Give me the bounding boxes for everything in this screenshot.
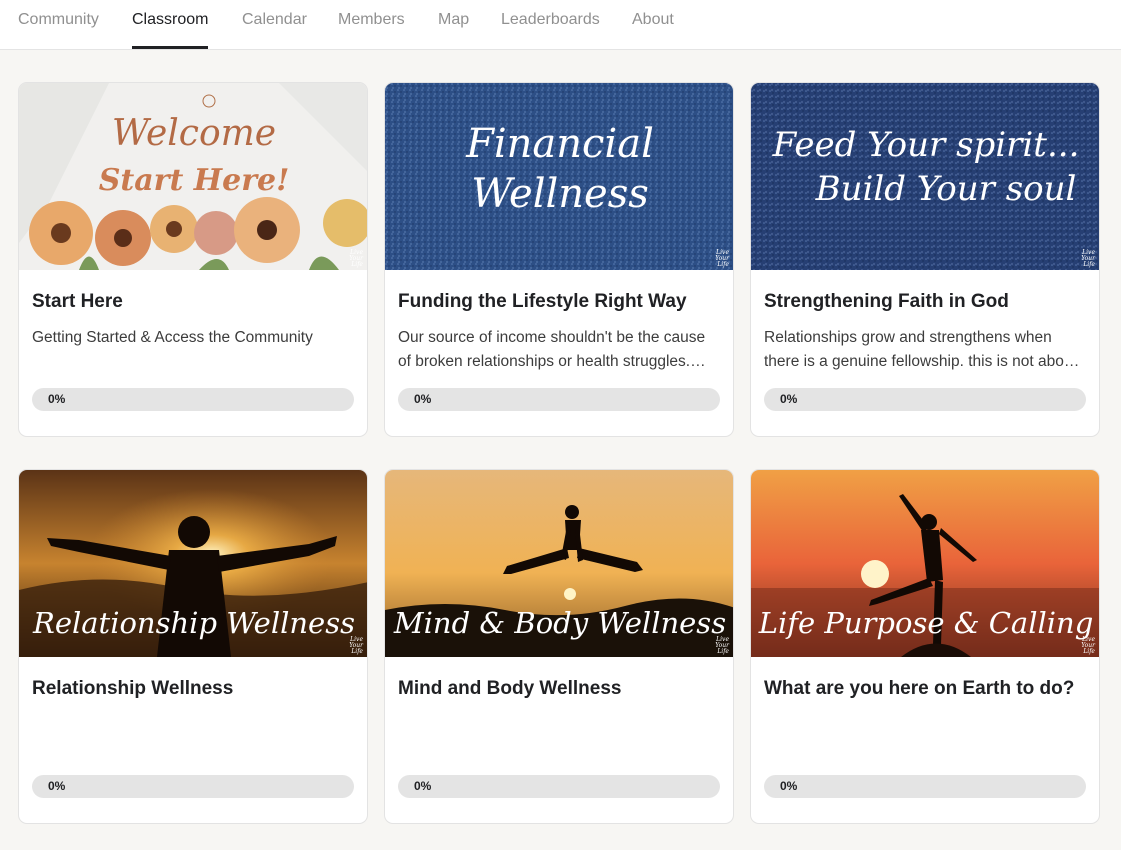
cover-title: Welcome: [111, 113, 277, 154]
course-card[interactable]: Feed Your spirit... Build Your soul Live…: [750, 82, 1100, 437]
cover-title: Relationship Wellness: [32, 606, 355, 640]
course-title: Strengthening Faith in God: [764, 291, 1009, 312]
course-title: Relationship Wellness: [32, 678, 234, 699]
brand-watermark: Live Your Life: [1081, 636, 1095, 655]
course-cover-image: Life Purpose & Calling Live Your Life: [751, 470, 1099, 657]
tab-classroom[interactable]: Classroom: [132, 0, 209, 49]
cover-title: Feed Your spirit...: [772, 125, 1080, 165]
progress-bar: 0%: [764, 775, 1086, 798]
progress-label: 0%: [48, 779, 66, 793]
tab-calendar[interactable]: Calendar: [242, 0, 307, 49]
course-title: Start Here: [32, 291, 123, 312]
brand-watermark: Live Your Life: [715, 636, 729, 655]
course-cover-image: Relationship Wellness Live Your Life: [19, 470, 367, 657]
brand-watermark: Live Your Life: [715, 249, 729, 268]
course-card[interactable]: Welcome Start Here! Live Your Life Start H…: [18, 82, 368, 437]
cover-title: Financial: [466, 121, 654, 167]
course-cover-image: Feed Your spirit... Build Your soul Live…: [751, 83, 1099, 270]
course-cover-image: Financial Wellness Live Your Life: [385, 83, 733, 270]
tab-map[interactable]: Map: [438, 0, 469, 49]
cover-subtitle: Build Your soul: [815, 169, 1077, 209]
course-description: Our source of income shouldn't be the ca…: [398, 329, 706, 370]
top-navigation: Community Classroom Calendar Members Map…: [0, 0, 1121, 50]
course-title: Mind and Body Wellness: [398, 678, 622, 699]
progress-bar: 0%: [32, 388, 354, 411]
brand-watermark: Live Your Life: [1081, 249, 1095, 268]
progress-bar: 0%: [32, 775, 354, 798]
progress-bar: 0%: [398, 388, 720, 411]
tab-about[interactable]: About: [632, 0, 674, 49]
tab-community[interactable]: Community: [18, 0, 99, 49]
cover-subtitle: Wellness: [471, 171, 649, 217]
course-description: Getting Started & Access the Community: [32, 329, 313, 346]
course-card[interactable]: Relationship Wellness Live Your Life Relat…: [18, 469, 368, 824]
brand-watermark: Live Your Life: [349, 636, 363, 655]
course-title: Funding the Lifestyle Right Way: [398, 291, 687, 312]
tab-leaderboards[interactable]: Leaderboards: [501, 0, 600, 49]
progress-label: 0%: [48, 392, 66, 406]
course-card[interactable]: Financial Wellness Live Your Life Funding …: [384, 82, 734, 437]
brand-watermark: Live Your Life: [349, 249, 363, 268]
course-card[interactable]: Mind & Body Wellness Live Your Life Mind a…: [384, 469, 734, 824]
progress-label: 0%: [780, 779, 798, 793]
course-cover-image: Mind & Body Wellness Live Your Life: [385, 470, 733, 657]
progress-label: 0%: [414, 779, 432, 793]
progress-label: 0%: [780, 392, 798, 406]
course-title: What are you here on Earth to do?: [764, 678, 1075, 699]
course-description: Relationships grow and strengthens when …: [764, 329, 1077, 370]
progress-bar: 0%: [398, 775, 720, 798]
course-cover-image: Welcome Start Here! Live Your Life: [19, 83, 367, 270]
cover-subtitle: Start Here!: [98, 163, 290, 198]
tab-members[interactable]: Members: [338, 0, 405, 49]
course-card[interactable]: Life Purpose & Calling Live Your Life What…: [750, 469, 1100, 824]
cover-title: Mind & Body Wellness: [393, 606, 727, 640]
progress-label: 0%: [414, 392, 432, 406]
progress-bar: 0%: [764, 388, 1086, 411]
cover-title: Life Purpose & Calling: [758, 606, 1094, 640]
